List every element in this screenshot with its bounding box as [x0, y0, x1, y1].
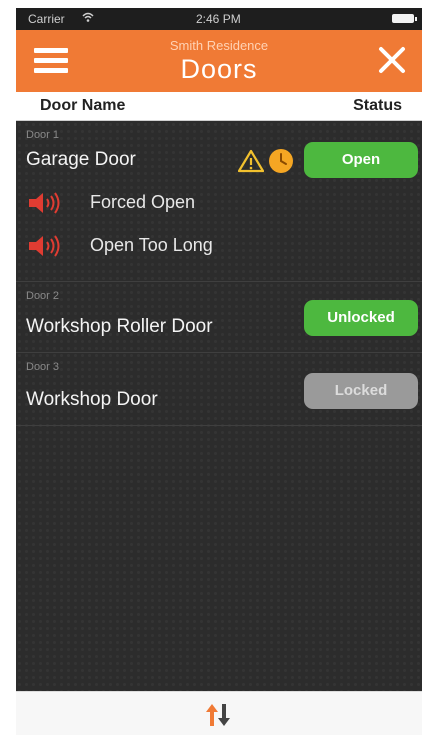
door-name: Workshop Roller Door	[26, 316, 213, 337]
sort-button[interactable]	[204, 702, 232, 728]
siren-speaker-icon	[29, 192, 60, 214]
alarm-label: Forced Open	[90, 192, 196, 212]
nav-header: Smith Residence Doors	[16, 30, 422, 92]
battery-icon	[392, 14, 417, 23]
door-number: Door 1	[26, 129, 60, 141]
carrier-label: Carrier	[28, 12, 65, 26]
status-bar: Carrier 2:46 PM	[16, 8, 422, 30]
door-name: Garage Door	[26, 149, 136, 170]
status-button-open[interactable]: Open	[304, 142, 418, 178]
wifi-icon	[82, 12, 94, 22]
status-button-unlocked[interactable]: Unlocked	[304, 300, 418, 336]
column-status[interactable]: Status	[353, 97, 402, 115]
column-door-name[interactable]: Door Name	[40, 97, 125, 115]
status-button-locked[interactable]: Locked	[304, 373, 418, 409]
siren-speaker-icon	[29, 235, 60, 257]
close-button[interactable]	[374, 42, 410, 78]
close-icon	[379, 47, 405, 73]
door-row-garage[interactable]: Door 1 Garage Door Open Forced Open Open…	[16, 121, 422, 282]
alarm-label: Open Too Long	[90, 235, 213, 255]
clock-icon	[269, 149, 293, 173]
door-row-workshop[interactable]: Door 3 Workshop Door Locked	[16, 353, 422, 426]
residence-name: Smith Residence	[169, 38, 269, 53]
page-title: Doors	[180, 54, 258, 84]
door-list: Door 1 Garage Door Open Forced Open Open…	[16, 121, 422, 691]
app-screen: Carrier 2:46 PM Smith Residence Doors Do…	[16, 8, 422, 735]
column-header: Door Name Status	[16, 92, 422, 121]
door-name: Workshop Door	[26, 389, 158, 410]
door-row-workshop-roller[interactable]: Door 2 Workshop Roller Door Unlocked	[16, 282, 422, 353]
sort-arrows-icon	[206, 704, 230, 726]
door-number: Door 3	[26, 361, 60, 373]
status-time: 2:46 PM	[196, 12, 241, 26]
footer-bar	[16, 691, 422, 735]
door-number: Door 2	[26, 290, 60, 302]
warning-triangle-icon	[238, 149, 264, 173]
